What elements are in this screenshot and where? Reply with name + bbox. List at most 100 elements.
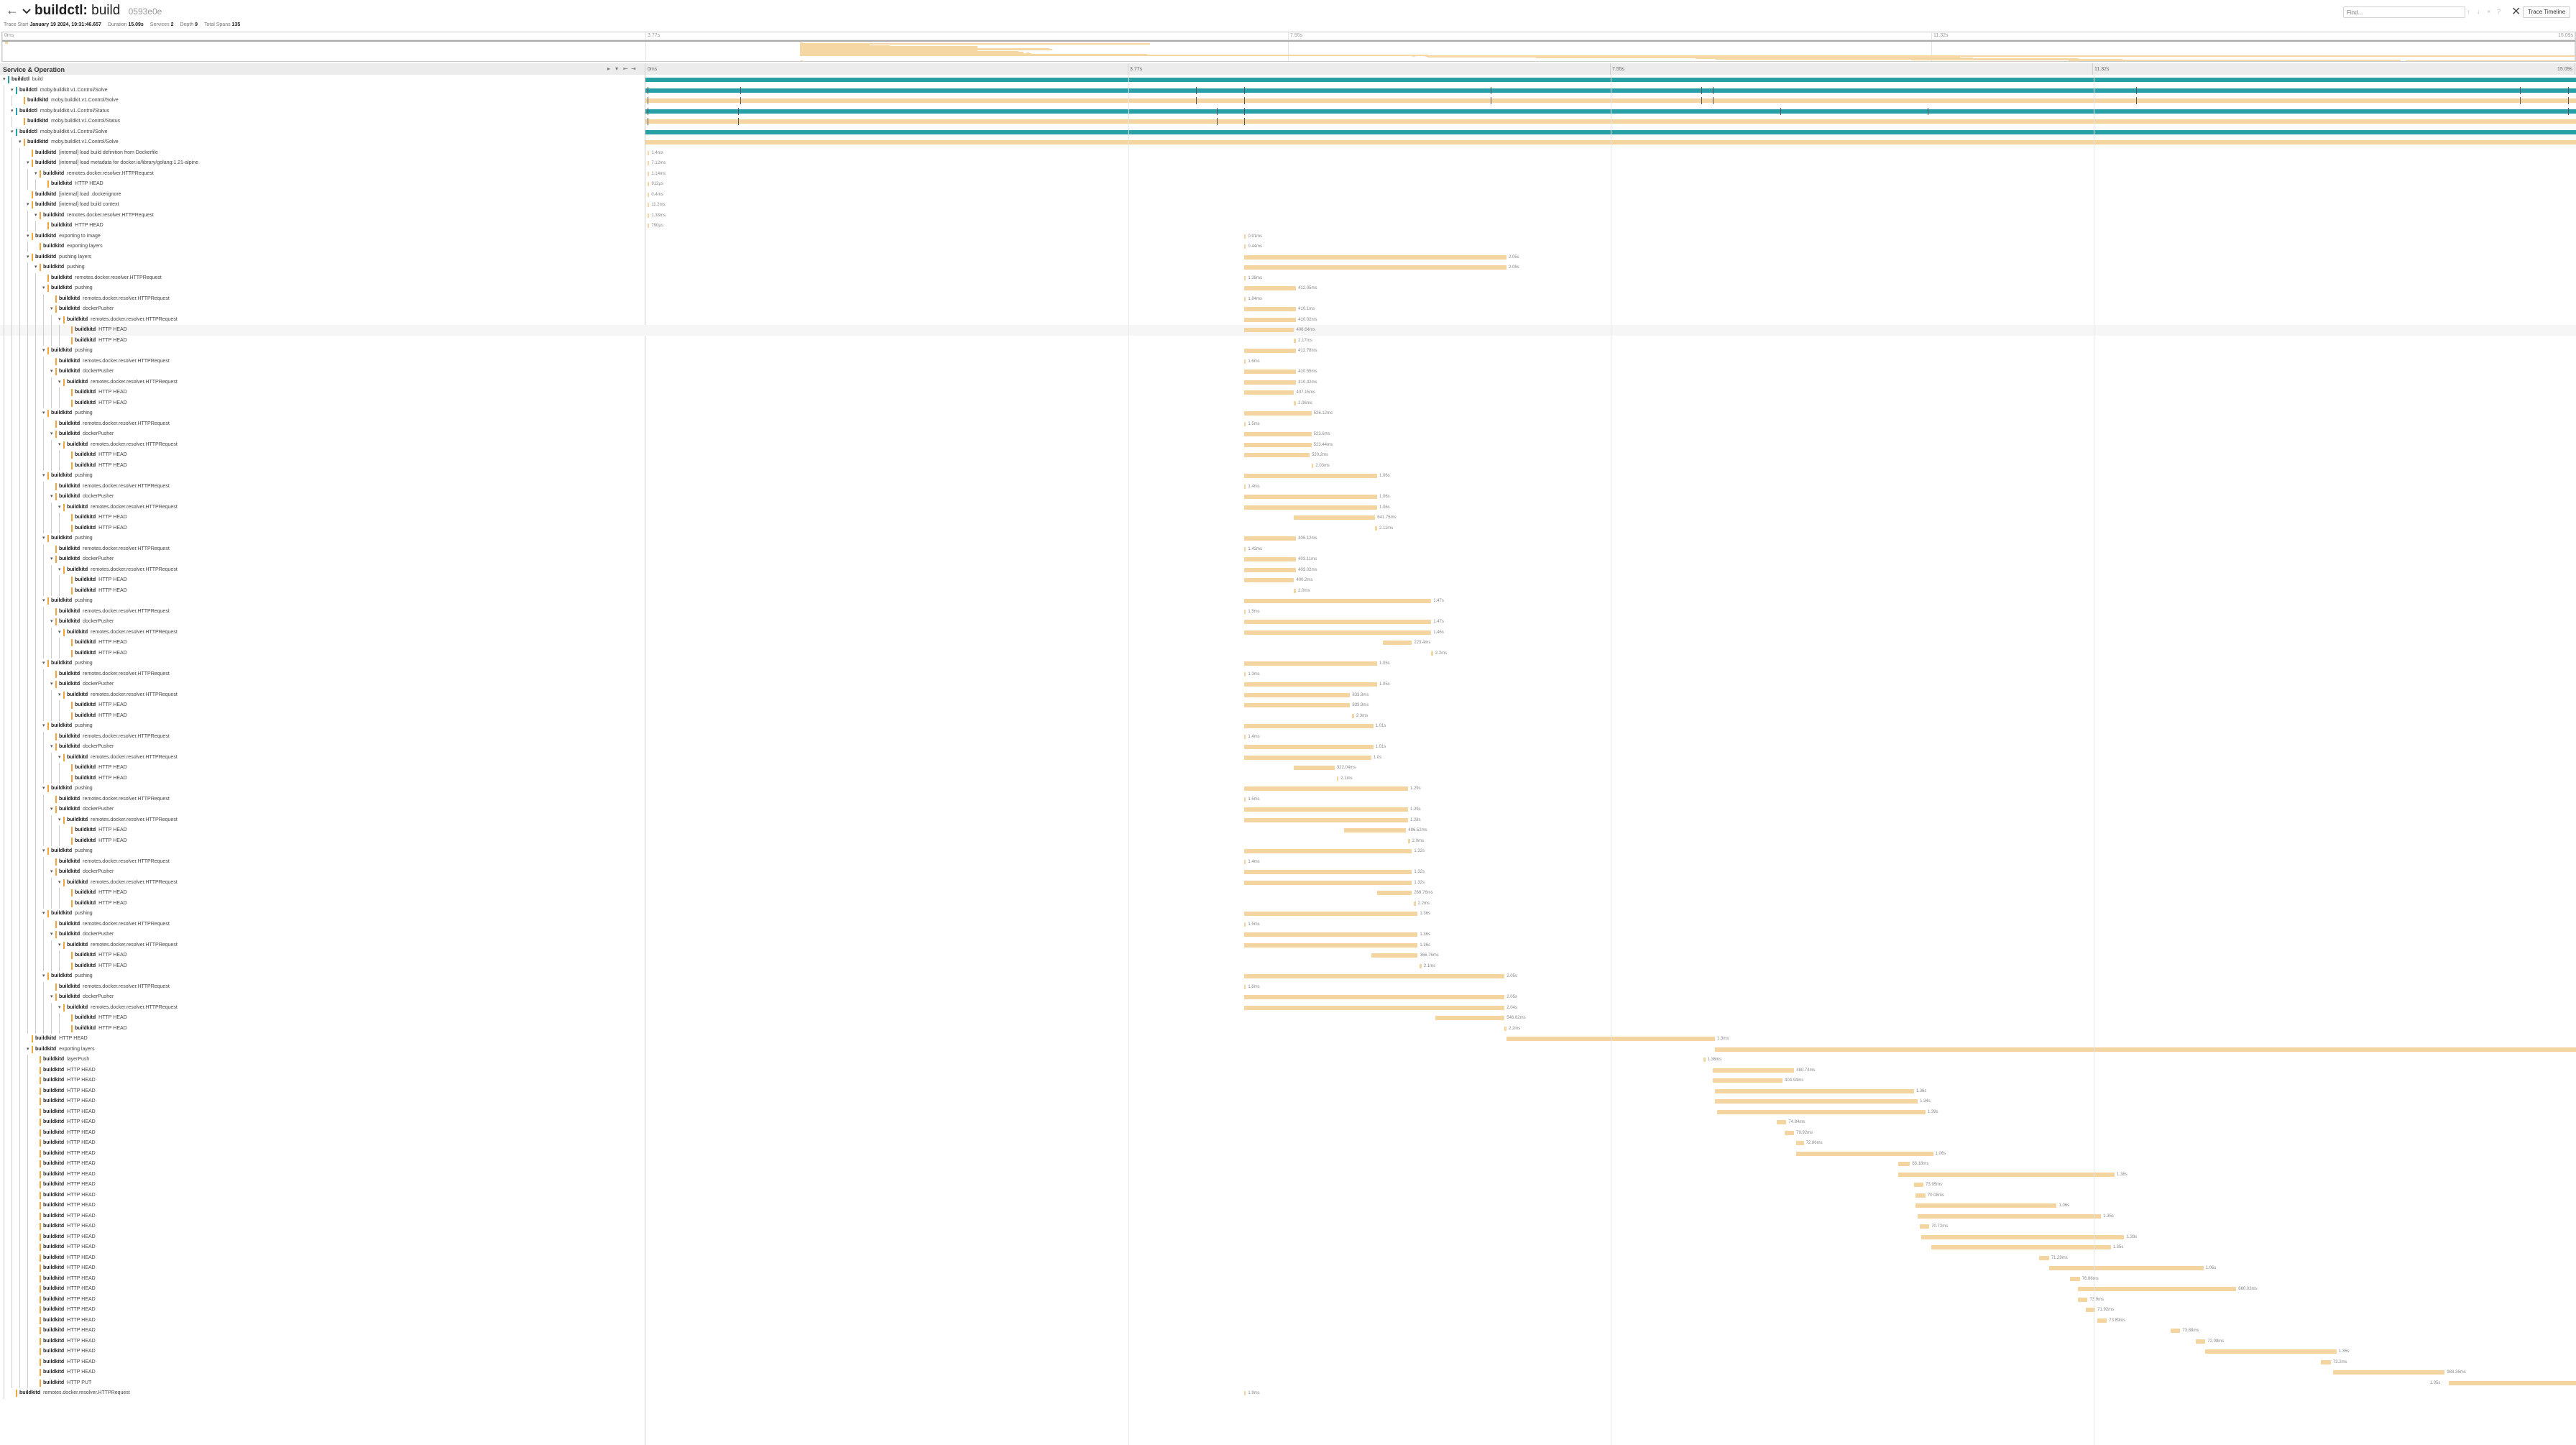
span-row[interactable]: ▾ buildkitd remotes.docker.resolver.HTTPRe… [0, 1002, 2576, 1013]
span-name[interactable]: buildkitd moby.buildkit.v1.Control/Solve [27, 96, 119, 106]
span-row[interactable]: buildkitd HTTP HEAD 1.06s [0, 1148, 2576, 1159]
span-name[interactable]: buildkitd pushing [51, 909, 93, 919]
span-row[interactable]: ▾ buildkitd pushing 1.36s [0, 909, 2576, 919]
toggle-chevron-icon[interactable]: ▾ [11, 88, 14, 93]
span-log-marker[interactable] [1780, 107, 1782, 115]
toggle-chevron-icon[interactable]: ▾ [19, 139, 22, 145]
span-row[interactable]: ▾ buildkitd exporting to image 0.91ms [0, 231, 2576, 242]
span-bar[interactable] [647, 150, 650, 155]
span-bar[interactable] [1243, 734, 1246, 739]
toggle-chevron-icon[interactable]: ▾ [27, 254, 29, 260]
span-name[interactable]: buildkitd HTTP HEAD [43, 1191, 96, 1201]
span-name[interactable]: buildctl moby.buildkit.v1.Control/Status [19, 106, 109, 117]
toggle-chevron-icon[interactable]: ▾ [50, 494, 53, 500]
span-row[interactable]: ▾ buildkitd pushing 1.47s [0, 596, 2576, 607]
span-row[interactable]: buildkitd HTTP HEAD 70.72ms [0, 1221, 2576, 1232]
toggle-chevron-icon[interactable]: ▾ [58, 755, 61, 761]
toggle-chevron-icon[interactable]: ▾ [50, 807, 53, 812]
span-bar[interactable] [1243, 984, 1246, 989]
span-log-marker[interactable] [1701, 86, 1703, 94]
span-name[interactable]: buildkitd HTTP HEAD [43, 1170, 96, 1180]
span-bar[interactable] [1371, 953, 1418, 958]
span-row[interactable]: buildkitd HTTP HEAD 83.18ms [0, 1159, 2576, 1170]
span-name[interactable]: buildkitd pushing [51, 408, 93, 419]
span-name[interactable]: buildkitd HTTP HEAD [51, 179, 104, 190]
span-row[interactable]: buildkitd HTTP HEAD 1.36s [0, 1086, 2576, 1096]
trace-minimap[interactable]: 0ms 3.77s 7.55s 11.32s 15.09s [1, 32, 2576, 62]
span-bar[interactable] [1243, 786, 1408, 791]
span-bar[interactable] [1243, 275, 1246, 280]
toggle-chevron-icon[interactable]: ▾ [3, 77, 6, 83]
toggle-chevron-icon[interactable]: ▾ [27, 202, 29, 208]
span-name[interactable]: buildkitd HTTP HEAD [43, 1357, 96, 1368]
span-bar[interactable] [1243, 453, 1310, 457]
span-name[interactable]: buildkitd HTTP HEAD [43, 1284, 96, 1295]
span-bar[interactable] [1243, 755, 1371, 760]
span-name[interactable]: buildkitd remotes.docker.resolver.HTTPReq… [67, 753, 178, 763]
span-bar[interactable] [647, 171, 650, 176]
span-row[interactable]: buildkitd HTTP HEAD 73.9ms [0, 1294, 2576, 1305]
span-name[interactable]: buildkitd remotes.docker.resolver.HTTPReq… [59, 982, 170, 993]
span-bar[interactable] [1243, 495, 1377, 499]
span-row[interactable]: buildkitd HTTP HEAD 2.03ms [0, 460, 2576, 471]
span-row[interactable]: buildkitd HTTP HEAD 70.08ms [0, 1190, 2576, 1201]
span-bar[interactable] [1243, 630, 1432, 635]
span-name[interactable]: buildkitd HTTP HEAD [43, 1232, 96, 1243]
span-name[interactable]: buildkitd dockerPusher [59, 554, 114, 565]
span-row[interactable]: buildkitd remotes.docker.resolver.HTTPReq… [0, 293, 2576, 304]
span-name[interactable]: buildkitd remotes.docker.resolver.HTTPReq… [59, 857, 170, 868]
span-name[interactable]: buildkitd HTTP HEAD [43, 1128, 96, 1139]
span-name[interactable]: buildkitd remotes.docker.resolver.HTTPReq… [59, 732, 170, 743]
span-bar[interactable] [647, 192, 650, 197]
span-bar[interactable] [1243, 682, 1377, 687]
span-log-marker[interactable] [2568, 86, 2570, 94]
span-name[interactable]: buildkitd remotes.docker.resolver.HTTPReq… [59, 357, 170, 367]
span-row[interactable]: buildkitd HTTP HEAD 79.92ms [0, 1127, 2576, 1139]
span-row[interactable]: buildkitd [internal] load build definitio… [0, 147, 2576, 158]
span-bar[interactable] [1703, 1058, 1706, 1062]
span-row[interactable]: buildkitd HTTP HEAD 2.06ms [0, 398, 2576, 408]
span-name[interactable]: buildkitd HTTP HEAD [43, 1242, 96, 1253]
span-row[interactable]: ▾ buildkitd pushing 2.06s [0, 262, 2576, 273]
span-bar[interactable] [1243, 244, 1246, 249]
span-bar[interactable] [1898, 1172, 2115, 1177]
span-name[interactable]: buildkitd dockerPusher [59, 304, 114, 315]
span-name[interactable]: buildkitd HTTP HEAD [75, 638, 127, 648]
span-row[interactable]: buildkitd HTTP HEAD 73.2ms [0, 1357, 2576, 1368]
span-name[interactable]: buildkitd HTTP HEAD [75, 711, 127, 722]
span-name[interactable]: buildkitd HTTP HEAD [75, 763, 127, 774]
span-row[interactable]: buildkitd HTTP HEAD 520.2ms [0, 450, 2576, 461]
span-bar[interactable] [1243, 620, 1432, 624]
span-bar[interactable] [2205, 1349, 2337, 1354]
span-bar[interactable] [1375, 526, 1377, 531]
span-row[interactable]: buildkitd remotes.docker.resolver.HTTPReq… [0, 606, 2576, 617]
span-row[interactable]: ▾ buildkitd remotes.docker.resolver.HTTPRe… [0, 314, 2576, 325]
span-row[interactable]: buildkitd HTTP HEAD 269.76ms [0, 888, 2576, 899]
toggle-chevron-icon[interactable]: ▾ [50, 932, 53, 937]
span-name[interactable]: buildkitd pushing [51, 346, 93, 357]
span-bar[interactable] [647, 203, 650, 207]
span-row[interactable]: ▾ buildkitd dockerPusher 1.06s [0, 492, 2576, 503]
toggle-chevron-icon[interactable]: ▾ [27, 234, 29, 239]
collapse-one-icon[interactable]: ▸ [607, 65, 610, 72]
span-name[interactable]: buildkitd dockerPusher [59, 367, 114, 377]
span-row[interactable]: buildkitd layerPush 1.36ms [0, 1055, 2576, 1065]
span-row[interactable]: buildkitd HTTP HEAD 2.11ms [0, 523, 2576, 533]
span-row[interactable]: buildkitd HTTP HEAD 1.39s [0, 1231, 2576, 1243]
span-bar[interactable] [1414, 901, 1416, 906]
span-bar[interactable] [1243, 567, 1297, 572]
span-log-marker[interactable] [1243, 107, 1245, 115]
span-row[interactable]: buildkitd HTTP HEAD 71.92ms [0, 1305, 2576, 1316]
span-bar[interactable] [1294, 515, 1376, 520]
span-name[interactable]: buildkitd pushing [51, 471, 93, 482]
span-row[interactable]: buildkitd remotes.docker.resolver.HTTPReq… [0, 418, 2576, 429]
span-name[interactable]: buildkitd pushing [51, 784, 93, 794]
span-bar[interactable] [1243, 536, 1297, 541]
span-row[interactable]: buildkitd remotes.docker.resolver.HTTPReq… [0, 356, 2576, 367]
span-name[interactable]: buildkitd HTTP HEAD [75, 774, 127, 784]
span-row[interactable]: buildkitd remotes.docker.resolver.HTTPReq… [0, 731, 2576, 743]
span-bar[interactable] [1243, 421, 1246, 426]
span-name[interactable]: buildkitd HTTP HEAD [43, 1138, 96, 1149]
span-bar[interactable] [1915, 1193, 1926, 1198]
span-name[interactable]: buildkitd HTTP HEAD [75, 575, 127, 586]
